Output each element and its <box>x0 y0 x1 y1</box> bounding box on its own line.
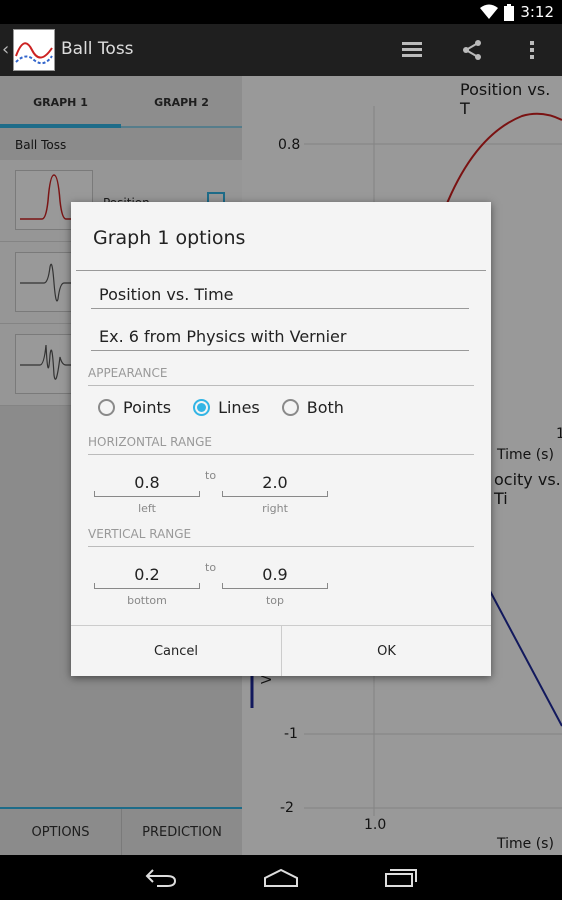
battery-icon <box>504 3 515 21</box>
list-icon <box>402 42 422 57</box>
horizontal-left-caption: left <box>138 502 156 515</box>
dialog-title: Graph 1 options <box>93 227 246 249</box>
radio-both[interactable]: Both <box>281 398 344 417</box>
horizontal-right-caption: right <box>262 502 288 515</box>
status-icons: 3:12 <box>480 3 554 21</box>
overflow-menu-button[interactable] <box>518 36 546 64</box>
app-logo-icon[interactable] <box>13 29 55 71</box>
wifi-icon <box>480 4 499 19</box>
cancel-button[interactable]: Cancel <box>71 626 281 676</box>
nav-back-button[interactable] <box>141 865 181 891</box>
radio-points[interactable]: Points <box>98 398 171 417</box>
vertical-bottom-field[interactable]: 0.2 <box>94 565 200 589</box>
radio-lines[interactable]: Lines <box>193 398 260 417</box>
vertical-top-caption: top <box>265 594 285 607</box>
horizontal-left-field[interactable]: 0.8 <box>94 473 200 497</box>
radio-lines-label: Lines <box>218 398 260 417</box>
recent-apps-icon <box>385 869 417 887</box>
appearance-radio-group: Points Lines Both <box>98 398 366 417</box>
graph-options-dialog: Graph 1 options Position vs. Time Ex. 6 … <box>71 202 491 676</box>
horizontal-to-label: to <box>205 469 217 482</box>
ok-button[interactable]: OK <box>281 626 491 676</box>
radio-points-label: Points <box>123 398 172 417</box>
home-icon <box>264 868 298 887</box>
graph-subtitle-field[interactable]: Ex. 6 from Physics with Vernier <box>91 317 469 351</box>
status-time: 3:12 <box>520 3 554 21</box>
navigation-bar <box>0 855 562 900</box>
status-bar: 3:12 <box>0 0 562 24</box>
overflow-menu-icon <box>530 41 534 59</box>
nav-home-button[interactable] <box>261 865 301 891</box>
radio-both-circle <box>281 399 299 416</box>
horizontal-right-field[interactable]: 2.0 <box>222 473 328 497</box>
graph-title-field[interactable]: Position vs. Time <box>91 275 469 309</box>
vertical-range-header: VERTICAL RANGE <box>88 527 474 547</box>
vertical-top-field[interactable]: 0.9 <box>222 565 328 589</box>
share-icon <box>463 40 481 60</box>
radio-lines-circle <box>193 399 211 416</box>
action-bar: ‹ Ball Toss <box>0 24 562 76</box>
dialog-actions: Cancel OK <box>71 625 491 676</box>
radio-both-label: Both <box>306 398 344 417</box>
share-button[interactable] <box>458 36 486 64</box>
back-icon <box>145 869 177 887</box>
vertical-bottom-caption: bottom <box>127 594 167 607</box>
vertical-to-label: to <box>205 561 217 574</box>
horizontal-range-header: HORIZONTAL RANGE <box>88 435 474 455</box>
radio-points-circle <box>98 399 115 416</box>
back-chevron-icon[interactable]: ‹ <box>2 39 9 60</box>
nav-recents-button[interactable] <box>381 865 421 891</box>
list-button[interactable] <box>398 36 426 64</box>
app-title: Ball Toss <box>61 39 134 59</box>
dialog-title-divider <box>76 270 486 271</box>
appearance-header: APPEARANCE <box>88 366 474 386</box>
